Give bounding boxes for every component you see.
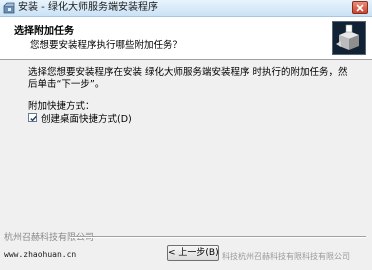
checkmark-icon (30, 115, 37, 122)
installer-app-icon (3, 2, 15, 14)
task-description: 选择您想要安装程序在安装 绿化大师服务端安装程序 时执行的附加任务，然后单击“下… (28, 67, 348, 90)
installer-box-icon (332, 21, 366, 55)
desktop-shortcut-label[interactable]: 创建桌面快捷方式(D) (41, 111, 132, 125)
page-title: 选择附加任务 (14, 26, 74, 37)
page-subtitle: 您想要安装程序执行哪些附加任务？ (30, 40, 183, 51)
watermark-text: 科技杭州召赫科技有限科技有限公司 (222, 252, 350, 261)
wizard-header: 选择附加任务 您想要安装程序执行哪些附加任务？ (0, 17, 372, 60)
task-desktop-shortcut[interactable]: 创建桌面快捷方式(D) (28, 111, 132, 125)
close-button[interactable] (352, 1, 368, 14)
wizard-body: 选择您想要安装程序在安装 绿化大师服务端安装程序 时执行的附加任务，然后单击“下… (0, 60, 372, 237)
close-icon (356, 4, 364, 12)
desktop-shortcut-checkbox[interactable] (28, 113, 37, 122)
title-bar[interactable]: 安装 - 绿化大师服务端安装程序 (0, 0, 372, 17)
website-link[interactable]: www.zhaohuan.cn (4, 250, 76, 259)
back-button[interactable]: < 上一步(B) (167, 245, 219, 261)
footer-divider (70, 236, 366, 238)
window-title: 安装 - 绿化大师服务端安装程序 (18, 2, 158, 13)
